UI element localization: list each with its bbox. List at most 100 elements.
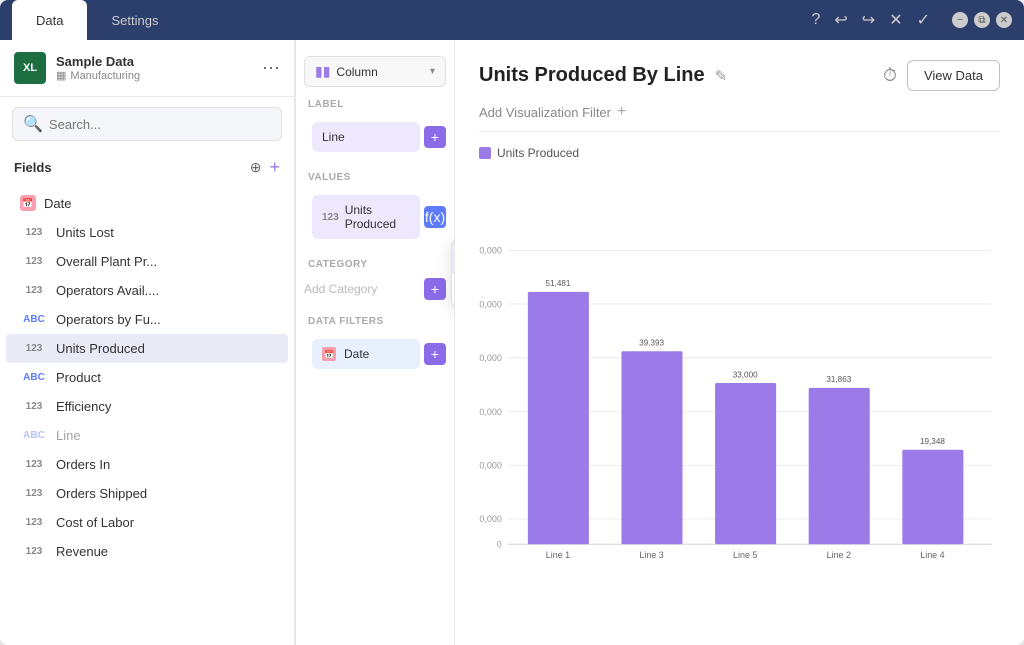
category-add-row: Add Category + <box>296 274 454 304</box>
add-filter-btn[interactable]: Add Visualization Filter + <box>479 103 626 121</box>
svg-text:0: 0 <box>497 539 502 549</box>
label-section: LABEL Line + <box>296 93 454 160</box>
bar-chart-svg: 60,000 50,000 40,000 30,000 20,000 <box>479 168 1000 629</box>
data-filter-pill[interactable]: 📅 Date <box>312 339 420 369</box>
data-filter-add-btn[interactable]: + <box>424 343 446 365</box>
label-pill[interactable]: Line <box>312 122 420 152</box>
dropdown-item-line[interactable]: ABC Line ↖ <box>452 239 455 274</box>
field-item[interactable]: 123 Overall Plant Pr... <box>6 247 288 276</box>
values-add-btn[interactable]: f(x) <box>424 206 446 228</box>
category-section: CATEGORY Add Category + <box>296 253 454 304</box>
window-close-btn[interactable]: ✕ <box>996 12 1012 28</box>
field-item[interactable]: 123 Operators Avail.... <box>6 276 288 305</box>
values-type-label: 123 <box>322 212 339 223</box>
field-name: Operators by Fu... <box>56 312 161 327</box>
dropdown-item-units-produced[interactable]: 123 Units Produced <box>452 274 455 307</box>
restore-btn[interactable]: ⧉ <box>974 12 990 28</box>
data-source-type: ▦ Manufacturing <box>56 69 140 82</box>
field-item[interactable]: 123 Orders In <box>6 450 288 479</box>
values-add-row: 123 Units Produced f(x) <box>296 187 454 247</box>
search-box: 🔍 <box>12 107 282 141</box>
svg-text:60,000: 60,000 <box>479 246 502 256</box>
help-icon[interactable]: ? <box>811 11 820 29</box>
bar-line4[interactable] <box>902 450 963 544</box>
undo-icon[interactable]: ↩ <box>834 10 847 30</box>
svg-text:31,863: 31,863 <box>826 375 851 384</box>
chart-header: Units Produced By Line ✎ ⏱ View Data <box>479 60 1000 91</box>
fields-schema-icon[interactable]: ⊕ <box>250 159 262 176</box>
chart-legend: Units Produced <box>479 146 1000 160</box>
field-name: Units Produced <box>56 341 145 356</box>
close-icon[interactable]: ✕ <box>889 10 902 30</box>
svg-text:40,000: 40,000 <box>479 353 502 363</box>
chart-actions: ⏱ View Data <box>883 60 1000 91</box>
svg-text:39,393: 39,393 <box>639 339 664 348</box>
column-type-btn[interactable]: ▮▮ Column ▾ <box>304 56 446 87</box>
field-type-badge: 123 <box>20 285 48 296</box>
field-type-badge: 123 <box>20 488 48 499</box>
field-item[interactable]: ABC Product <box>6 363 288 392</box>
filter-bar: Add Visualization Filter + <box>479 103 1000 132</box>
redo-icon[interactable]: ↪ <box>862 10 875 30</box>
bar-line2[interactable] <box>809 388 870 544</box>
fields-add-btn[interactable]: + <box>269 157 280 178</box>
label-add-btn[interactable]: + <box>424 126 446 148</box>
right-panel: Units Produced By Line ✎ ⏱ View Data Add… <box>455 40 1024 645</box>
config-panel: ▮▮ Column ▾ LABEL Line + VALUES <box>295 40 455 645</box>
field-item-line[interactable]: ABC Line <box>6 421 288 450</box>
search-input[interactable] <box>49 117 271 132</box>
field-name: Units Lost <box>56 225 114 240</box>
field-type-badge: 123 <box>20 227 48 238</box>
values-pill[interactable]: 123 Units Produced <box>312 195 420 239</box>
bar-line1[interactable] <box>528 292 589 544</box>
svg-text:51,481: 51,481 <box>546 279 571 288</box>
edit-title-icon[interactable]: ✎ <box>715 67 728 85</box>
svg-text:Line 1: Line 1 <box>546 550 570 560</box>
field-item[interactable]: 123 Revenue <box>6 537 288 566</box>
refresh-icon[interactable]: ⏱ <box>883 65 897 86</box>
field-name: Orders In <box>56 457 110 472</box>
field-type-badge: 123 <box>20 459 48 470</box>
title-bar-icons: ? ↩ ↪ ✕ ✓ − ⧉ ✕ <box>811 10 1012 30</box>
data-source-details: Sample Data ▦ Manufacturing <box>56 54 140 82</box>
field-item[interactable]: 123 Efficiency <box>6 392 288 421</box>
date-type-icon: 📅 <box>20 195 36 211</box>
category-placeholder: Add Category <box>304 282 377 296</box>
label-value: Line <box>322 130 345 144</box>
bar-line3[interactable] <box>621 351 682 544</box>
svg-text:19,348: 19,348 <box>920 437 945 446</box>
category-add-btn[interactable]: + <box>424 278 446 300</box>
field-name: Cost of Labor <box>56 515 134 530</box>
tab-settings[interactable]: Settings <box>87 0 182 40</box>
svg-text:Line 3: Line 3 <box>639 550 663 560</box>
svg-text:Line 5: Line 5 <box>733 550 757 560</box>
field-type-badge: 123 <box>20 546 48 557</box>
field-item-units-produced[interactable]: 123 Units Produced <box>6 334 288 363</box>
category-section-title: CATEGORY <box>296 253 454 274</box>
view-data-btn[interactable]: View Data <box>907 60 1000 91</box>
data-filters-title: DATA FILTERS <box>296 310 454 331</box>
data-source-info: XL Sample Data ▦ Manufacturing <box>14 52 140 84</box>
field-name: Efficiency <box>56 399 111 414</box>
field-item[interactable]: 123 Cost of Labor <box>6 508 288 537</box>
svg-text:20,000: 20,000 <box>479 461 502 471</box>
field-item[interactable]: 123 Orders Shipped <box>6 479 288 508</box>
title-bar: Data Settings ? ↩ ↪ ✕ ✓ − ⧉ ✕ <box>0 0 1024 40</box>
field-item[interactable]: ABC Operators by Fu... <box>6 305 288 334</box>
svg-text:33,000: 33,000 <box>733 370 758 379</box>
search-icon: 🔍 <box>23 114 43 134</box>
minimize-btn[interactable]: − <box>952 12 968 28</box>
field-item[interactable]: 📅 Date <box>6 188 288 218</box>
legend-label: Units Produced <box>497 146 579 160</box>
more-options-btn[interactable]: ⋯ <box>262 58 280 79</box>
field-name: Product <box>56 370 101 385</box>
legend-square <box>479 147 491 159</box>
tab-data[interactable]: Data <box>12 0 87 40</box>
fields-actions: ⊕ + <box>250 157 280 178</box>
field-item[interactable]: 123 Units Lost <box>6 218 288 247</box>
check-icon[interactable]: ✓ <box>917 10 930 30</box>
bar-line5[interactable] <box>715 383 776 544</box>
add-filter-plus-icon: + <box>617 103 626 121</box>
add-filter-label: Add Visualization Filter <box>479 105 611 120</box>
main-layout: XL Sample Data ▦ Manufacturing ⋯ 🔍 <box>0 40 1024 645</box>
